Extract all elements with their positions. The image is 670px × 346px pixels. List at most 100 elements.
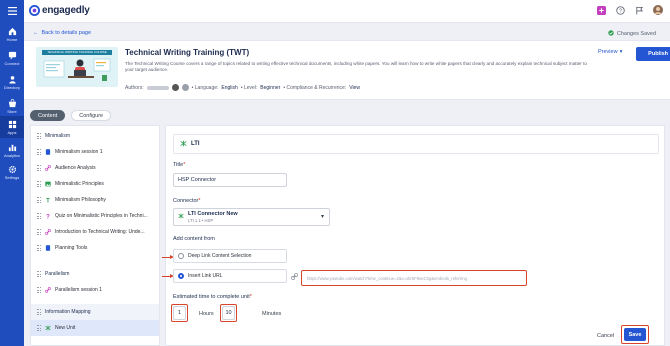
hours-highlight	[171, 304, 188, 322]
drag-handle-icon[interactable]	[37, 213, 41, 219]
nav-item-connect[interactable]: Connect	[0, 46, 24, 70]
drag-handle-icon[interactable]	[37, 229, 41, 235]
section-row[interactable]: Parallelism	[31, 266, 159, 282]
svg-text:?: ?	[619, 8, 622, 14]
drag-handle-icon[interactable]	[37, 271, 41, 277]
insert-url-radio[interactable]	[178, 273, 184, 279]
hours-label: Hours	[199, 311, 214, 317]
nav-label: Apps	[7, 129, 17, 135]
connector-select[interactable]: LTI Connector New LTI 1.1 • HSP ▾	[173, 208, 330, 226]
drag-handle-icon[interactable]	[37, 325, 41, 331]
unit-label: Minimalistic Principles	[55, 181, 104, 187]
settings-icon	[8, 165, 17, 174]
add-icon[interactable]	[596, 5, 606, 15]
nav-label: Settings	[4, 174, 20, 180]
title-label: Title*	[173, 162, 186, 168]
nav-item-home[interactable]: Home	[0, 22, 24, 46]
section-label: Information Mapping	[45, 309, 91, 315]
estimate-label: Estimated time to complete unit*	[173, 294, 252, 300]
drag-handle-icon[interactable]	[37, 149, 41, 155]
avatar[interactable]	[653, 5, 663, 15]
unit-row[interactable]: Parallelism session 1	[31, 282, 159, 298]
section-label: Minimalism	[45, 133, 70, 139]
preview-label: Preview	[598, 49, 618, 55]
authors-label: Authors:	[125, 84, 144, 91]
course-thumbnail: TECHNICAL WRITING TRAINING COURSE	[36, 47, 118, 87]
help-icon[interactable]: ?	[615, 5, 625, 15]
svg-text:T: T	[46, 198, 50, 203]
panel-heading: LTI	[191, 141, 200, 147]
back-to-details-link[interactable]: ← Back to details page	[33, 30, 91, 36]
directory-icon	[8, 75, 17, 84]
unit-row[interactable]: Audience Analysis	[31, 160, 159, 176]
author-avatar	[181, 84, 189, 91]
apps-icon	[8, 120, 17, 129]
unit-label: Planning Tools	[55, 245, 88, 251]
section-row[interactable]: Minimalism	[31, 128, 159, 144]
nav-item-analytics[interactable]: Analytics	[0, 138, 24, 162]
preview-button[interactable]: Preview ▾	[598, 49, 622, 55]
analytics-icon	[8, 143, 17, 152]
nav-item-settings[interactable]: Settings	[0, 160, 24, 184]
compliance-view-link[interactable]: View	[349, 85, 360, 91]
drag-handle-icon[interactable]	[37, 197, 41, 203]
course-meta: Authors: • Language: English • Level: Be…	[125, 84, 360, 91]
nav-label: Analytics	[3, 152, 20, 158]
tab-configure[interactable]: Configure	[71, 110, 112, 121]
connector-label: Connector*	[173, 198, 201, 204]
chevron-down-icon: ▾	[619, 49, 623, 55]
home-icon	[8, 27, 17, 36]
course-description: The Technical Writing Course covers a ra…	[125, 61, 587, 72]
unit-row[interactable]: Introduction to Technical Writing: Unde.…	[31, 224, 159, 240]
section-row[interactable]: Information Mapping	[31, 304, 159, 320]
unit-label: Quiz on Minimalistic Principles in Techn…	[55, 213, 148, 219]
nav-item-store[interactable]: Store	[0, 94, 24, 118]
option-label: Deep Link Content Selection	[188, 253, 252, 259]
nav-item-apps[interactable]: Apps	[0, 116, 24, 138]
top-bar: engagedly ?	[24, 0, 670, 23]
unit-row[interactable]: Planning Tools	[31, 240, 159, 256]
back-label: Back to details page	[41, 30, 92, 36]
author-name-redacted	[146, 85, 169, 90]
document-icon	[45, 245, 51, 251]
url-highlight	[301, 270, 527, 286]
level-value: Beginner	[260, 84, 281, 91]
flag-icon[interactable]	[634, 5, 644, 15]
option-label: Insert Link URL	[188, 273, 223, 279]
connector-name: LTI Connector New	[188, 211, 238, 217]
level-label: • Level:	[240, 84, 258, 91]
drag-handle-icon[interactable]	[37, 309, 41, 315]
unit-row[interactable]: Minimalism session 1	[31, 144, 159, 160]
unit-editor: LTI Title* HSP Connector Connector* LTI …	[162, 125, 665, 346]
drag-handle-icon[interactable]	[37, 165, 41, 171]
unit-row[interactable]: ? Quiz on Minimalistic Principles in Tec…	[31, 208, 159, 224]
svg-text:?: ?	[46, 214, 50, 219]
quiz-icon: ?	[45, 213, 51, 219]
insert-url-option[interactable]: Insert Link URL	[173, 269, 287, 283]
tab-content[interactable]: Content	[30, 110, 66, 121]
deep-link-option[interactable]: Deep Link Content Selection	[173, 249, 287, 263]
minutes-highlight	[220, 304, 237, 322]
drag-handle-icon[interactable]	[37, 287, 41, 293]
brand-logo[interactable]: engagedly	[29, 5, 90, 16]
title-input[interactable]: HSP Connector	[173, 173, 287, 187]
lti-icon	[45, 325, 51, 331]
menu-icon[interactable]	[0, 0, 24, 22]
drag-handle-icon[interactable]	[37, 181, 41, 187]
add-content-label: Add content from	[173, 236, 215, 242]
cancel-button[interactable]: Cancel	[597, 333, 614, 339]
nav-item-directory[interactable]: Directory	[0, 70, 24, 94]
link-icon	[291, 273, 298, 282]
unit-row[interactable]: T Minimalism Philosophy	[31, 192, 159, 208]
link-icon	[45, 287, 51, 293]
logo-text: engagedly	[42, 5, 90, 16]
drag-handle-icon[interactable]	[37, 245, 41, 251]
publish-button[interactable]: Publish ▾	[636, 47, 670, 61]
language-label: • Language:	[191, 84, 219, 91]
unit-row[interactable]: New Unit	[31, 320, 159, 336]
check-circle-icon	[608, 30, 614, 38]
drag-handle-icon[interactable]	[37, 133, 41, 139]
deep-link-radio[interactable]	[178, 253, 184, 259]
unit-row[interactable]: Minimalistic Principles	[31, 176, 159, 192]
section-label: Parallelism	[45, 271, 70, 277]
